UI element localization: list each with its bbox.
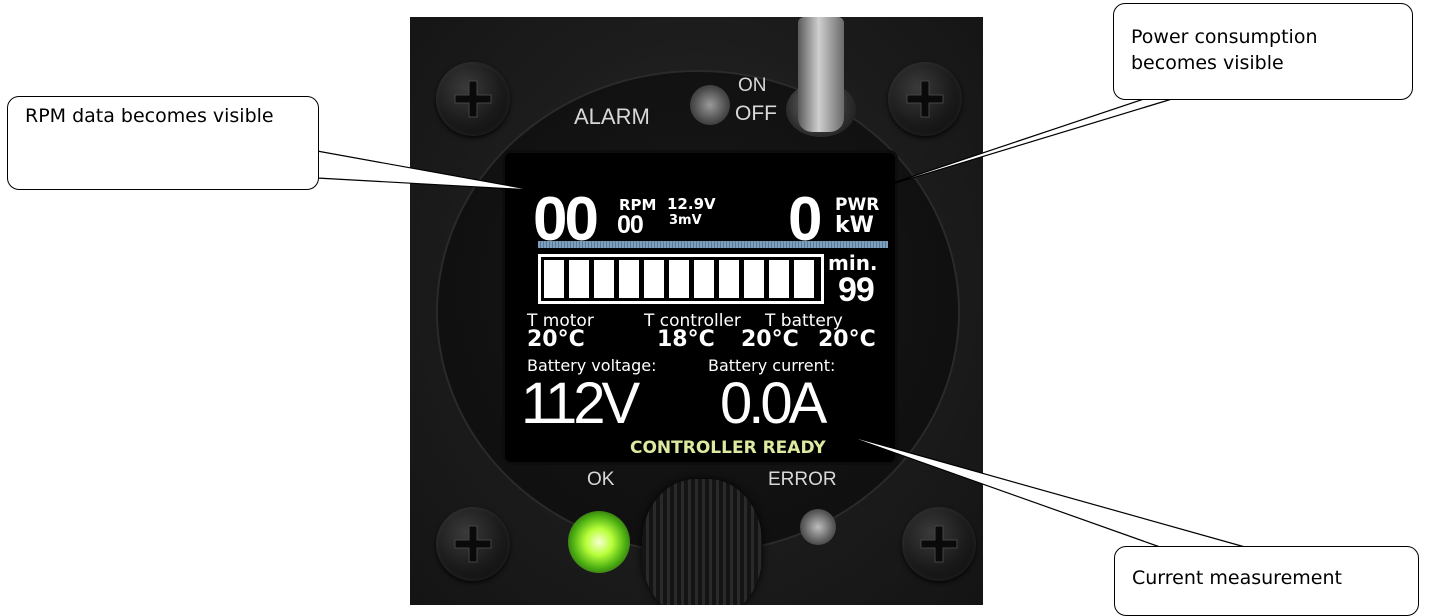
- current-callout: Current measurement: [1114, 546, 1419, 616]
- power-callout-text: Power consumption becomes visible: [1131, 26, 1318, 74]
- current-callout-text: Current measurement: [1132, 567, 1342, 589]
- rpm-callout-text: RPM data becomes visible: [25, 105, 274, 127]
- power-callout-leader: [865, 98, 1173, 193]
- current-callout-leader: [838, 432, 1246, 548]
- rpm-callout: RPM data becomes visible: [7, 96, 319, 190]
- power-callout: Power consumption becomes visible: [1113, 3, 1413, 100]
- rpm-callout-leader: [316, 150, 534, 191]
